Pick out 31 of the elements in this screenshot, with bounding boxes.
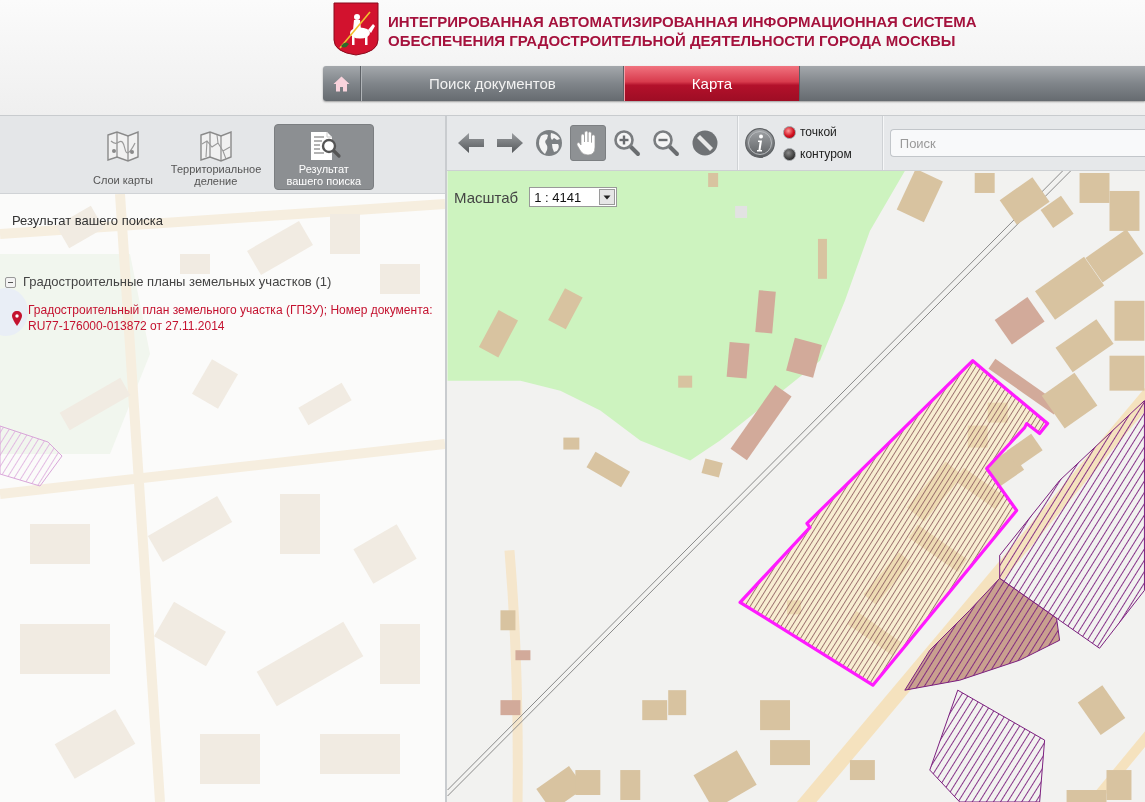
panel-tab[interactable]: Слои карты (88, 124, 158, 190)
nav-tab[interactable]: Карта (623, 66, 800, 101)
map-pin-icon (12, 310, 22, 326)
panel-tab[interactable]: Территориальное деление (165, 124, 266, 190)
map-regions-icon (197, 129, 234, 163)
tree-group-label[interactable]: Градостроительные планы земельных участков (1) (23, 274, 332, 290)
home-icon (333, 75, 350, 92)
info-icon (745, 128, 775, 158)
zoom-in-icon (613, 129, 641, 157)
scale-label: Масштаб (454, 188, 519, 206)
radio-label[interactable]: контуром (800, 147, 852, 161)
radio-button[interactable] (783, 147, 796, 161)
panel-tab[interactable]: Результат вашего поиска (273, 124, 374, 190)
system-title: ИНТЕГРИРОВАННАЯ АВТОМАТИЗИРОВАННАЯ ИНФОРМАЦИОННАЯ СИСТЕМА (388, 12, 977, 31)
radio-button[interactable] (783, 125, 796, 139)
pan-button[interactable] (570, 125, 606, 161)
panel-heading: Результат вашего поиска (12, 213, 164, 229)
collapse-toggle-icon[interactable] (5, 276, 16, 288)
info-button[interactable] (745, 128, 775, 158)
shield-emblem-icon (333, 2, 379, 56)
zoom-out-icon (652, 129, 680, 157)
globe-icon (535, 129, 563, 157)
nav-tab[interactable]: Поиск документов (361, 66, 624, 101)
scale-dropdown[interactable]: 1 : 4141 (529, 187, 618, 207)
system-title: ОБЕСПЕЧЕНИЯ ГРАДОСТРОИТЕЛЬНОЙ ДЕЯТЕЛЬНОСТИ ГОРОДА МОСКВЫ (388, 31, 957, 50)
folded-map-icon (104, 129, 141, 163)
search-field[interactable]: Поиск (889, 129, 1145, 157)
search-result-link[interactable]: Градостроительный план земельного участка (ГПЗУ); Номер документа: RU77-176000-013872 от 27.11.2014 (28, 302, 433, 334)
caret-icon (599, 189, 616, 205)
prohibited-icon (691, 129, 719, 157)
radio-label[interactable]: точкой (800, 125, 837, 139)
